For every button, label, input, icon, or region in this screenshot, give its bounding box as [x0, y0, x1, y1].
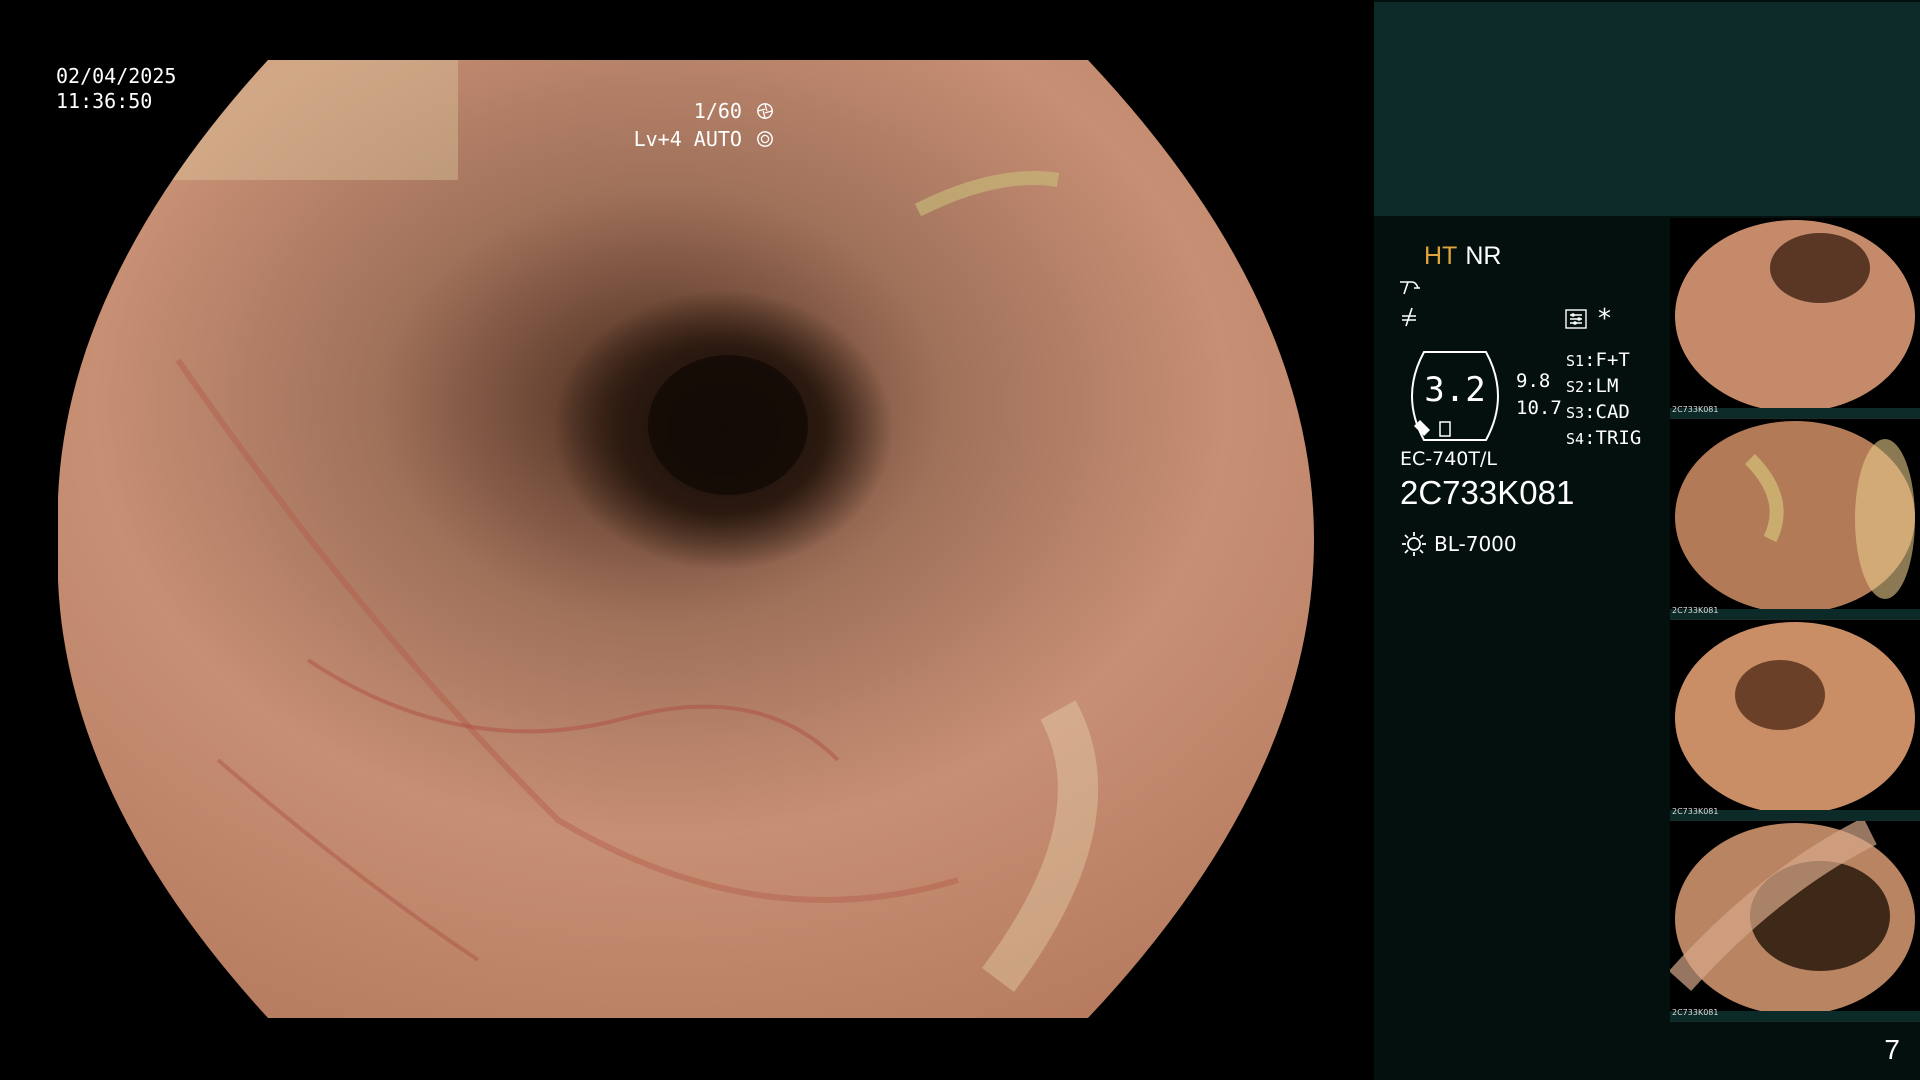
shutter-text: 1/60	[693, 99, 742, 123]
header-block	[1374, 2, 1920, 216]
thumbnail-image	[1675, 220, 1915, 412]
thumbnail-serial: 2C733K081	[1672, 606, 1719, 615]
zoom-value: 3.2	[1424, 370, 1486, 410]
switch-item: S3:CAD	[1566, 401, 1630, 423]
thumbnail-image	[1675, 622, 1915, 814]
timestamp: 02/04/2025 11:36:50	[56, 64, 176, 114]
time-text: 11:36:50	[56, 89, 153, 113]
light-source-text: BL-7000	[1434, 532, 1517, 556]
shutter-speed: 1/60	[694, 99, 774, 123]
brightness-level: Lv+4 AUTO	[634, 127, 774, 151]
thumbnail[interactable]: 2C733K081	[1670, 419, 1920, 620]
thumbnail-serial: 2C733K081	[1672, 405, 1719, 414]
thumbnail-image	[1675, 421, 1915, 613]
light-source: BL-7000	[1400, 530, 1517, 558]
thumbnail[interactable]: 2C733K081	[1670, 821, 1920, 1022]
settings-icon	[1565, 309, 1587, 329]
page-number: 7	[1884, 1034, 1900, 1065]
scope-serial: 2C733K081	[1400, 474, 1575, 511]
endoscope-view-area: 02/04/2025 11:36:50 1/60 Lv+4 AUTO	[0, 0, 1372, 1080]
value-a: 9.8	[1516, 370, 1551, 392]
thumbnail-image	[1670, 821, 1915, 1015]
mode-row: HT NR	[1424, 242, 1501, 271]
thumbnail[interactable]: 2C733K081	[1670, 218, 1920, 419]
thumbnail-serial: 2C733K081	[1672, 1008, 1719, 1017]
color-mode-icon	[1402, 307, 1416, 327]
switch-item: S2:LM	[1566, 375, 1619, 397]
asterisk-mark: *	[1598, 304, 1611, 334]
switch-item: S1:F+T	[1566, 349, 1630, 371]
enhancement-icon	[1400, 281, 1420, 295]
date-text: 02/04/2025	[56, 64, 177, 88]
aperture-icon	[757, 103, 773, 119]
switch-item: S4:TRIG	[1566, 427, 1642, 449]
scope-info: HT NR * 3.2 9.8 10.7 S1:F+T S2:LM S3:CAD …	[1398, 240, 1658, 600]
scope-model: EC-740T/L	[1400, 448, 1497, 470]
thumbnail[interactable]: 2C733K081	[1670, 620, 1920, 821]
value-b: 10.7	[1516, 397, 1562, 419]
light-source-icon	[1402, 532, 1426, 556]
iris-icon	[757, 131, 773, 147]
thumbnail-serial: 2C733K081	[1672, 807, 1719, 816]
endoscope-image	[58, 60, 1314, 1018]
ht-mode: HT	[1424, 242, 1458, 270]
switch-list: S1:F+T S2:LM S3:CAD S4:TRIG	[1566, 348, 1641, 452]
nr-mode: NR	[1465, 242, 1502, 270]
thumbnail-strip: 2C733K081 2C733K081 2C733K081 2C733K081	[1670, 218, 1920, 1022]
level-text: Lv+4 AUTO	[633, 127, 742, 151]
